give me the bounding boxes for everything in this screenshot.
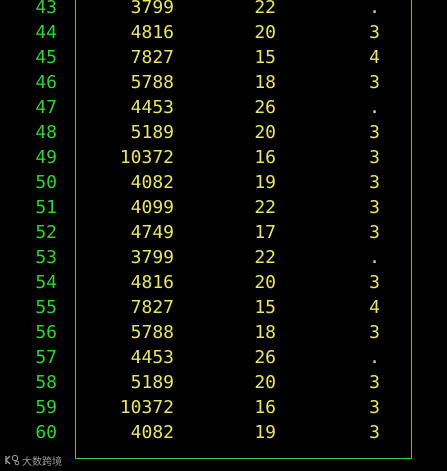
value-a-cell: 7827 [130, 47, 174, 68]
value-c-cell: 4 [369, 297, 380, 318]
line-number: 60 [35, 422, 57, 443]
line-number: 54 [35, 272, 57, 293]
value-c-cell: 3 [369, 72, 380, 93]
table-row: 52 4749 17 3 [0, 223, 447, 248]
line-number: 56 [35, 322, 57, 343]
value-c-cell: 3 [369, 397, 380, 418]
line-number: 49 [35, 147, 57, 168]
value-b-cell: 26 [254, 347, 276, 368]
line-number: 44 [35, 22, 57, 43]
table-row: 47 4453 26. [0, 98, 447, 123]
value-c-cell: . [369, 347, 380, 368]
watermark-text: 大数跨境 [22, 456, 62, 468]
value-b-cell: 20 [254, 272, 276, 293]
table-row: 46 5788 18 3 [0, 73, 447, 98]
value-b-cell: 22 [254, 197, 276, 218]
table-row: 48 5189 20 3 [0, 123, 447, 148]
value-a-cell: 4082 [130, 172, 174, 193]
value-b-cell: 20 [254, 372, 276, 393]
value-b-cell: 22 [254, 247, 276, 268]
table-row: 45 7827 15 4 [0, 48, 447, 73]
table-row: 59 10372 16 3 [0, 398, 447, 423]
value-a-cell: 4816 [130, 22, 174, 43]
line-number: 59 [35, 397, 57, 418]
line-number: 57 [35, 347, 57, 368]
table-row: 44 4816 20 3 [0, 23, 447, 48]
line-number: 50 [35, 172, 57, 193]
value-a-cell: 10372 [119, 147, 174, 168]
value-a-cell: 7827 [130, 297, 174, 318]
value-b-cell: 26 [254, 97, 276, 118]
value-b-cell: 17 [254, 222, 276, 243]
value-c-cell: 3 [369, 22, 380, 43]
value-b-cell: 19 [254, 422, 276, 443]
line-number: 47 [35, 97, 57, 118]
value-b-cell: 15 [254, 47, 276, 68]
value-c-cell: 3 [369, 372, 380, 393]
line-number: 52 [35, 222, 57, 243]
value-a-cell: 4453 [130, 97, 174, 118]
value-a-cell: 4816 [130, 272, 174, 293]
line-number: 46 [35, 72, 57, 93]
value-b-cell: 16 [254, 397, 276, 418]
value-a-cell: 4099 [130, 197, 174, 218]
value-b-cell: 20 [254, 22, 276, 43]
value-b-cell: 16 [254, 147, 276, 168]
value-b-cell: 19 [254, 172, 276, 193]
value-a-cell: 3799 [130, 0, 174, 18]
line-number: 51 [35, 197, 57, 218]
value-c-cell: 4 [369, 47, 380, 68]
line-number: 48 [35, 122, 57, 143]
value-c-cell: 3 [369, 197, 380, 218]
table-row: 58 5189 20 3 [0, 373, 447, 398]
value-b-cell: 18 [254, 322, 276, 343]
line-number: 58 [35, 372, 57, 393]
value-b-cell: 15 [254, 297, 276, 318]
value-c-cell: 3 [369, 122, 380, 143]
table-row: 60 4082 19 3 [0, 423, 447, 448]
value-a-cell: 5189 [130, 372, 174, 393]
watermark: 大数跨境 [4, 452, 62, 468]
value-c-cell: 3 [369, 222, 380, 243]
value-a-cell: 4453 [130, 347, 174, 368]
value-c-cell: 3 [369, 422, 380, 443]
value-a-cell: 3799 [130, 247, 174, 268]
line-number: 55 [35, 297, 57, 318]
value-a-cell: 4082 [130, 422, 174, 443]
value-b-cell: 20 [254, 122, 276, 143]
value-a-cell: 4749 [130, 222, 174, 243]
value-c-cell: 3 [369, 272, 380, 293]
value-c-cell: . [369, 247, 380, 268]
value-a-cell: 5189 [130, 122, 174, 143]
value-b-cell: 18 [254, 72, 276, 93]
table-row: 51 4099 22 3 [0, 198, 447, 223]
table-row: 55 7827 15 4 [0, 298, 447, 323]
value-c-cell: 3 [369, 322, 380, 343]
table-row: 57 4453 26. [0, 348, 447, 373]
value-c-cell: 3 [369, 147, 380, 168]
value-a-cell: 5788 [130, 72, 174, 93]
table-row: 54 4816 20 3 [0, 273, 447, 298]
table-row: 43 3799 22. [0, 0, 447, 23]
line-number: 43 [35, 0, 57, 18]
table-row: 50 4082 19 3 [0, 173, 447, 198]
table-row: 53 3799 22. [0, 248, 447, 273]
value-a-cell: 5788 [130, 322, 174, 343]
value-b-cell: 22 [254, 0, 276, 18]
value-c-cell: 3 [369, 172, 380, 193]
table-row: 56 5788 18 3 [0, 323, 447, 348]
value-c-cell: . [369, 97, 380, 118]
table-row: 49 10372 16 3 [0, 148, 447, 173]
value-c-cell: . [369, 0, 380, 18]
line-number: 53 [35, 247, 57, 268]
line-number: 45 [35, 47, 57, 68]
brand-logo-icon [5, 454, 20, 466]
value-a-cell: 10372 [119, 397, 174, 418]
